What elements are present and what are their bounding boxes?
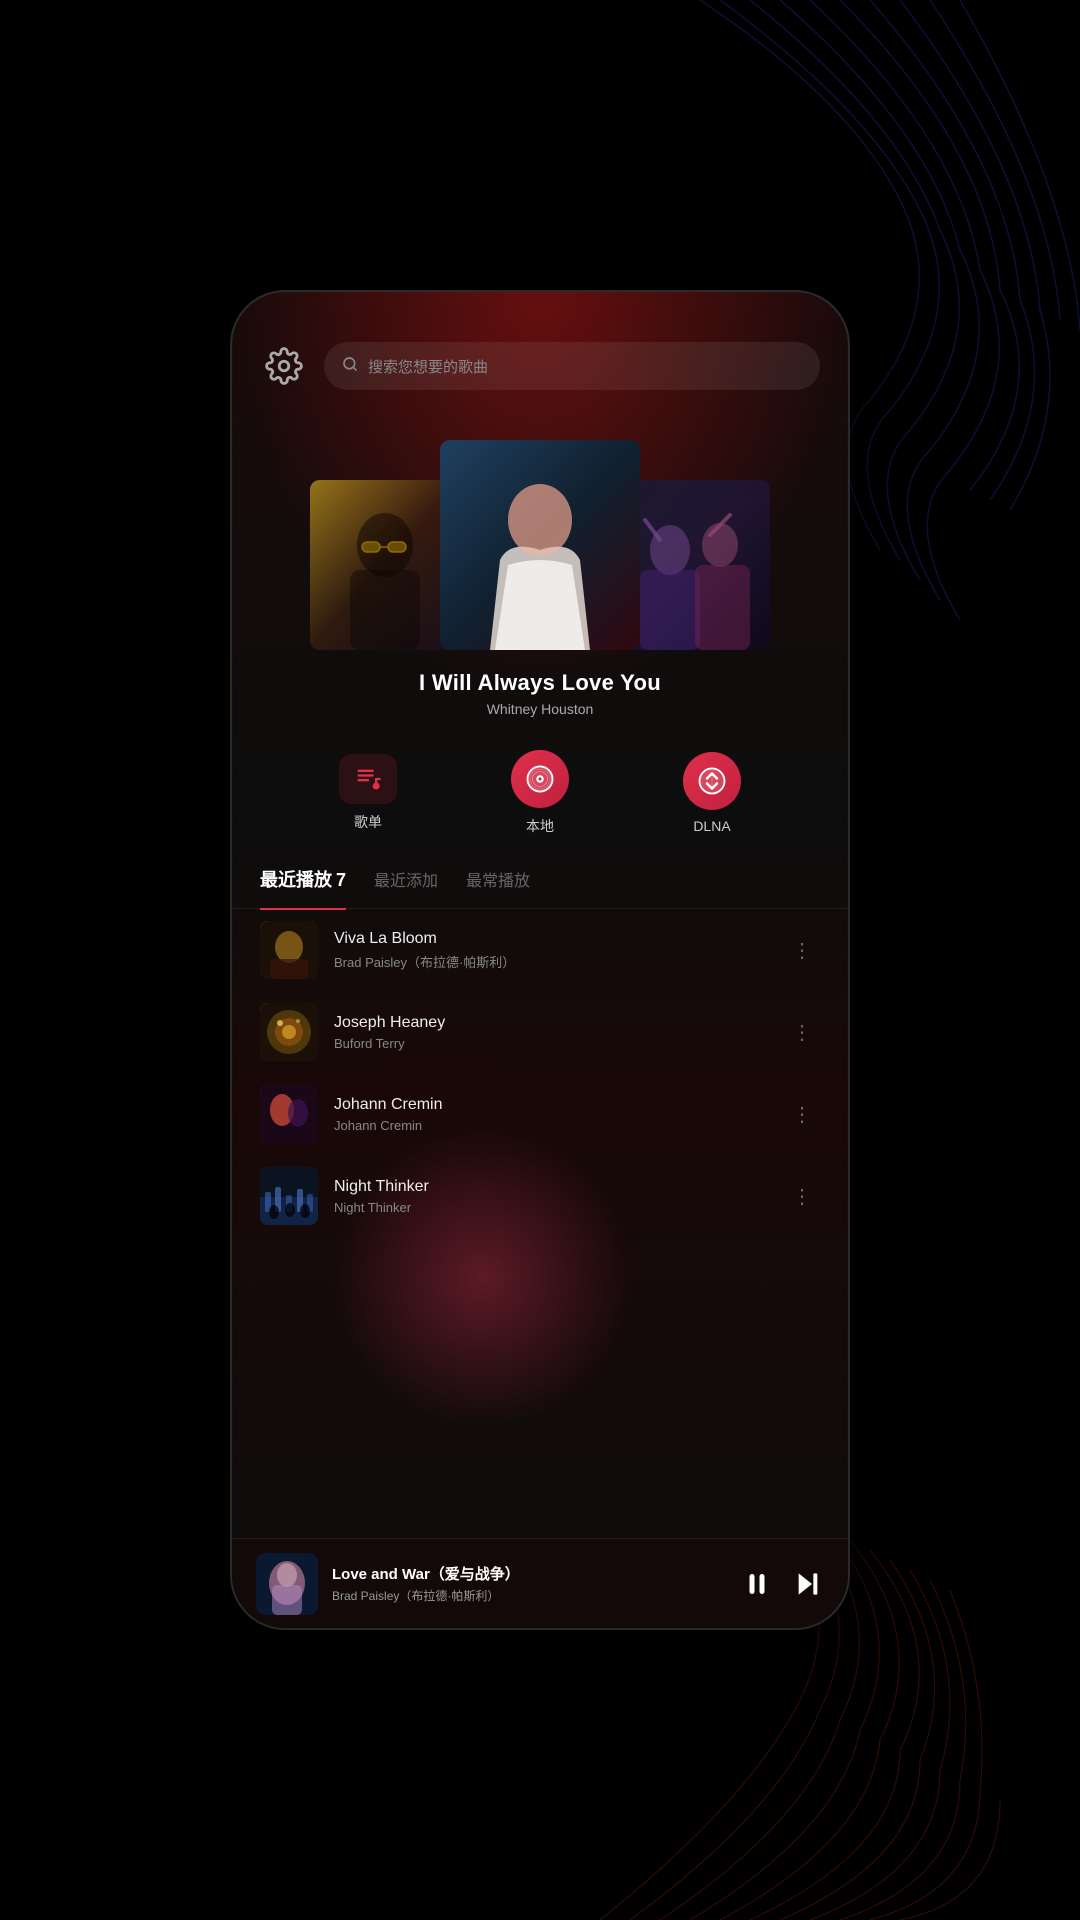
album-art-left <box>310 480 460 650</box>
nav-label-local: 本地 <box>526 816 554 836</box>
song-thumb-4 <box>260 1167 318 1225</box>
song-details-4: Night Thinker Night Thinker <box>334 1178 768 1215</box>
song-thumb-3 <box>260 1085 318 1143</box>
song-artist-2: Buford Terry <box>334 1036 768 1051</box>
more-button-1[interactable]: ⋮ <box>784 930 820 971</box>
album-card-right[interactable] <box>620 480 770 650</box>
list-item[interactable]: Joseph Heaney Buford Terry ⋮ <box>232 991 848 1073</box>
more-button-4[interactable]: ⋮ <box>784 1176 820 1217</box>
song-details-2: Joseph Heaney Buford Terry <box>334 1014 768 1051</box>
song-artist-3: Johann Cremin <box>334 1118 768 1133</box>
dlna-icon <box>683 752 741 810</box>
search-placeholder-text: 搜索您想要的歌曲 <box>368 356 488 377</box>
phone-frame: 搜索您想要的歌曲 <box>230 290 850 1630</box>
search-bar[interactable]: 搜索您想要的歌曲 <box>324 342 820 390</box>
settings-button[interactable] <box>260 342 308 390</box>
album-card-left[interactable] <box>310 480 460 650</box>
next-button[interactable] <box>792 1568 824 1600</box>
now-playing-artist: Brad Paisley（布拉德·帕斯利） <box>332 1587 728 1604</box>
local-icon <box>511 750 569 808</box>
list-item[interactable]: Night Thinker Night Thinker ⋮ <box>232 1155 848 1237</box>
song-details-3: Johann Cremin Johann Cremin <box>334 1096 768 1133</box>
more-button-3[interactable]: ⋮ <box>784 1094 820 1135</box>
song-thumb-2 <box>260 1003 318 1061</box>
song-list: Viva La Bloom Brad Paisley（布拉德·帕斯利） ⋮ <box>232 909 848 1538</box>
album-art-right <box>620 480 770 650</box>
tab-recent-add[interactable]: 最近添加 <box>374 867 438 893</box>
now-playing-controls <box>742 1568 824 1600</box>
list-item[interactable]: Viva La Bloom Brad Paisley（布拉德·帕斯利） ⋮ <box>232 909 848 991</box>
more-button-2[interactable]: ⋮ <box>784 1012 820 1053</box>
song-title-2: Joseph Heaney <box>334 1014 768 1032</box>
song-artist-4: Night Thinker <box>334 1200 768 1215</box>
song-title-1: Viva La Bloom <box>334 930 768 948</box>
now-playing-title: Love and War（爱与战争） <box>332 1563 728 1584</box>
song-title-3: Johann Cremin <box>334 1096 768 1114</box>
album-card-center[interactable] <box>440 440 640 650</box>
pause-button[interactable] <box>742 1569 772 1599</box>
now-playing-info: Love and War（爱与战争） Brad Paisley（布拉德·帕斯利） <box>332 1563 728 1604</box>
list-item[interactable]: Johann Cremin Johann Cremin ⋮ <box>232 1073 848 1155</box>
featured-song-info: I Will Always Love You Whitney Houston <box>232 650 848 722</box>
nav-item-local[interactable]: 本地 <box>511 750 569 836</box>
phone-content: 搜索您想要的歌曲 <box>232 292 848 1628</box>
tabs-bar: 最近播放7 最近添加 最常播放 <box>232 856 848 909</box>
song-artist-1: Brad Paisley（布拉德·帕斯利） <box>334 952 768 971</box>
header: 搜索您想要的歌曲 <box>232 292 848 410</box>
playlist-icon <box>339 754 397 804</box>
nav-item-playlist[interactable]: 歌单 <box>339 754 397 832</box>
featured-song-artist: Whitney Houston <box>252 701 828 717</box>
song-thumb-1 <box>260 921 318 979</box>
now-playing-bar: Love and War（爱与战争） Brad Paisley（布拉德·帕斯利） <box>232 1538 848 1628</box>
nav-icons: 歌单 本地 <box>232 722 848 856</box>
tab-most-played[interactable]: 最常播放 <box>466 867 530 893</box>
nav-label-dlna: DLNA <box>693 818 730 834</box>
song-title-4: Night Thinker <box>334 1178 768 1196</box>
song-details-1: Viva La Bloom Brad Paisley（布拉德·帕斯利） <box>334 930 768 971</box>
featured-song-title: I Will Always Love You <box>252 670 828 696</box>
nav-item-dlna[interactable]: DLNA <box>683 752 741 834</box>
now-playing-thumb <box>256 1553 318 1615</box>
album-art-center <box>440 440 640 650</box>
nav-label-playlist: 歌单 <box>354 812 382 832</box>
album-carousel <box>232 410 848 650</box>
search-icon <box>342 356 358 377</box>
tab-recent-play[interactable]: 最近播放7 <box>260 866 346 894</box>
